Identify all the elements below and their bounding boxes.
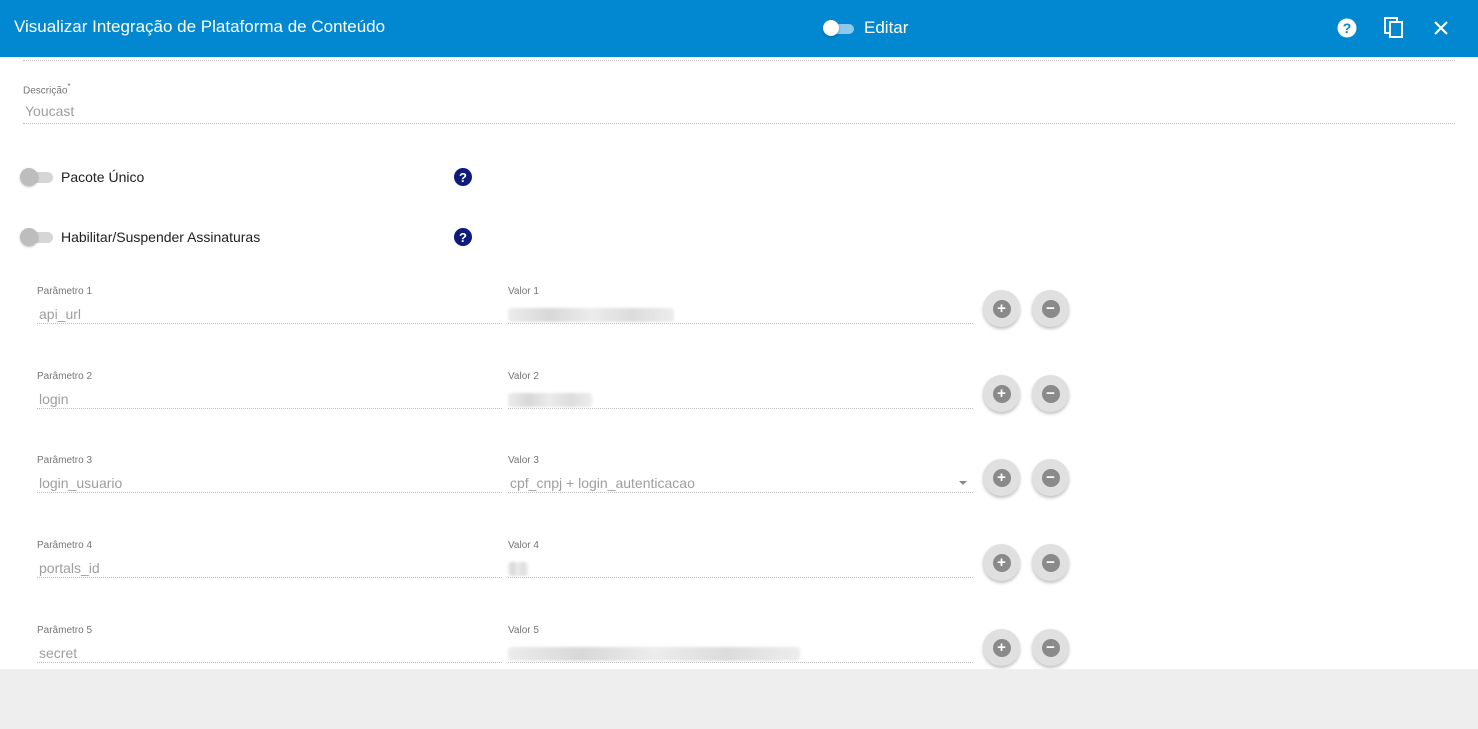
param-row: Parâmetro 2 login Valor 2 + − (0, 371, 1100, 431)
copy-icon[interactable] (1382, 16, 1406, 40)
redacted-value (508, 308, 674, 322)
edit-label: Editar (864, 18, 909, 37)
dialog-footer (0, 669, 1478, 729)
value-label: Valor 5 (508, 625, 539, 636)
param-label: Parâmetro 3 (37, 455, 93, 466)
param-value: login (39, 391, 69, 407)
minus-circle-icon: − (1041, 468, 1060, 487)
redacted-value (508, 393, 592, 407)
value-select-text: cpf_cnpj + login_autenticacao (510, 475, 695, 491)
param-row: Parâmetro 1 api_url Valor 1 + − (0, 286, 1100, 346)
close-icon[interactable] (1429, 16, 1453, 40)
plus-circle-icon: + (992, 468, 1011, 487)
toggle-row-pacote-unico: Pacote Único (20, 168, 144, 186)
value-select[interactable]: cpf_cnpj + login_autenticacao (508, 467, 973, 493)
param-label: Parâmetro 2 (37, 371, 93, 382)
add-row-button[interactable]: + (983, 375, 1020, 412)
param-row: Parâmetro 5 secret Valor 5 + − (0, 625, 1100, 669)
plus-circle-icon: + (992, 384, 1011, 403)
required-mark: * (67, 82, 71, 91)
edit-toggle-knob (823, 20, 839, 36)
remove-row-button[interactable]: − (1032, 375, 1069, 412)
chevron-down-icon (959, 481, 967, 485)
minus-circle-icon: − (1041, 384, 1060, 403)
svg-text:?: ? (1343, 20, 1352, 36)
pacote-unico-toggle[interactable] (20, 168, 54, 186)
param-input[interactable]: login_usuario (37, 467, 502, 493)
minus-circle-icon: − (1041, 299, 1060, 318)
param-label: Parâmetro 5 (37, 625, 93, 636)
param-value: api_url (39, 306, 82, 322)
remove-row-button[interactable]: − (1032, 290, 1069, 327)
param-input[interactable]: api_url (37, 298, 502, 324)
param-label: Parâmetro 1 (37, 286, 93, 297)
value-label: Valor 3 (508, 455, 539, 466)
param-input[interactable]: login (37, 383, 502, 409)
param-input[interactable]: secret (37, 637, 502, 663)
description-value: Youcast (25, 103, 75, 119)
plus-circle-icon: + (992, 638, 1011, 657)
value-label: Valor 2 (508, 371, 539, 382)
assinaturas-toggle[interactable] (20, 228, 54, 246)
plus-circle-icon: + (992, 299, 1011, 318)
toggle-knob (20, 228, 38, 246)
value-label: Valor 1 (508, 286, 539, 297)
value-input[interactable] (508, 637, 973, 663)
value-input[interactable] (508, 298, 973, 324)
param-row: Parâmetro 3 login_usuario Valor 3 cpf_cn… (0, 455, 1100, 515)
description-label-text: Descrição (23, 85, 68, 97)
edit-toggle-wrapper: Editar (823, 17, 908, 39)
toggle-row-assinaturas: Habilitar/Suspender Assinaturas (20, 228, 260, 246)
value-input[interactable] (508, 552, 973, 578)
add-row-button[interactable]: + (983, 544, 1020, 581)
value-label: Valor 4 (508, 540, 539, 551)
remove-row-button[interactable]: − (1032, 544, 1069, 581)
minus-circle-icon: − (1041, 638, 1060, 657)
assinaturas-help-icon[interactable]: ? (454, 228, 472, 246)
add-row-button[interactable]: + (983, 629, 1020, 666)
param-input[interactable]: portals_id (37, 552, 502, 578)
toggle-knob (20, 168, 38, 186)
redacted-value (508, 562, 528, 576)
dialog-header: Visualizar Integração de Plataforma de C… (0, 0, 1478, 57)
add-row-button[interactable]: + (983, 459, 1020, 496)
edit-toggle[interactable] (823, 20, 855, 36)
param-value: secret (39, 645, 78, 661)
param-value: portals_id (39, 560, 100, 576)
assinaturas-label: Habilitar/Suspender Assinaturas (61, 229, 261, 245)
remove-row-button[interactable]: − (1032, 459, 1069, 496)
redacted-value (508, 647, 800, 661)
param-label: Parâmetro 4 (37, 540, 93, 551)
param-row: Parâmetro 4 portals_id Valor 4 + − (0, 540, 1100, 600)
description-label: Descrição* (23, 82, 71, 96)
plus-circle-icon: + (992, 553, 1011, 572)
help-icon[interactable]: ? (1335, 16, 1359, 40)
dialog-content: Descrição* Youcast Pacote Único ? Habili… (0, 57, 1478, 669)
dialog-title: Visualizar Integração de Plataforma de C… (14, 17, 386, 36)
minus-circle-icon: − (1041, 553, 1060, 572)
param-value: login_usuario (39, 475, 123, 491)
pacote-unico-help-icon[interactable]: ? (454, 168, 472, 186)
remove-row-button[interactable]: − (1032, 629, 1069, 666)
pacote-unico-label: Pacote Único (61, 169, 145, 185)
add-row-button[interactable]: + (983, 290, 1020, 327)
description-input[interactable]: Youcast (23, 97, 1455, 124)
value-input[interactable] (508, 383, 973, 409)
divider (23, 60, 1455, 61)
